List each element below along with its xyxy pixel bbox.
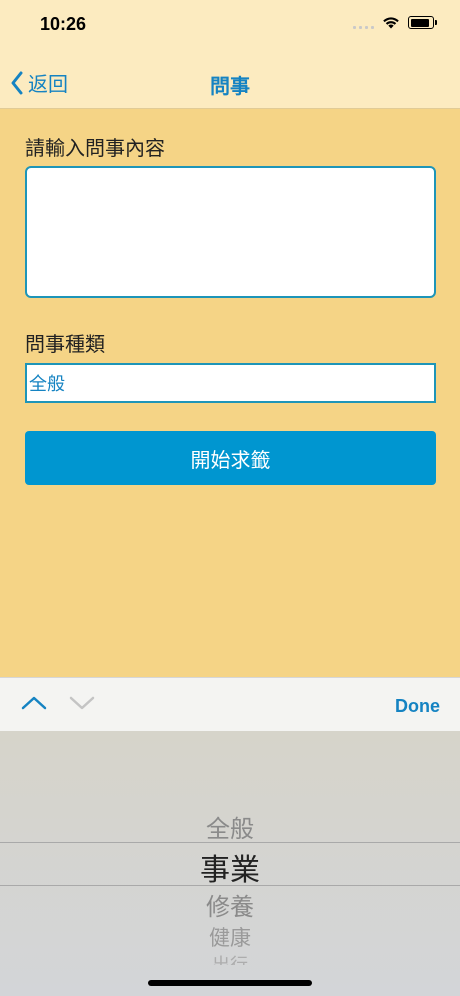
status-time: 10:26 (40, 14, 87, 34)
status-icons (353, 16, 437, 29)
battery-icon (408, 16, 437, 29)
keyboard-toolbar: Done (0, 677, 460, 732)
picker-option[interactable]: 修養 (0, 887, 460, 922)
navigation-bar: 返回 問事 (0, 50, 460, 109)
chevron-down-icon[interactable] (68, 694, 96, 712)
home-indicator (148, 980, 312, 986)
start-divination-button[interactable]: 開始求籤 (25, 431, 436, 485)
content-label: 請輸入問事內容 (25, 138, 165, 160)
type-select[interactable]: 全般 (25, 363, 436, 403)
wifi-icon (382, 16, 400, 29)
done-button[interactable]: Done (395, 696, 440, 717)
picker-option-selected[interactable]: 事業 (0, 845, 460, 889)
picker-option[interactable]: 全般 (0, 809, 460, 844)
ask-form: 請輸入問事內容 問事種類 全般 開始求籤 (25, 132, 436, 485)
chevron-up-icon[interactable] (20, 694, 48, 712)
picker-option[interactable]: 健康 (0, 922, 460, 952)
type-label: 問事種類 (25, 334, 105, 356)
picker-option[interactable]: 出行 (0, 951, 460, 965)
content-textarea[interactable] (25, 166, 436, 298)
status-bar: 10:26 (0, 0, 460, 50)
signal-icon (353, 17, 374, 29)
type-picker[interactable]: 全般 事業 修養 健康 出行 (0, 731, 460, 996)
type-select-value: 全般 (29, 374, 65, 394)
page-title: 問事 (210, 76, 250, 98)
